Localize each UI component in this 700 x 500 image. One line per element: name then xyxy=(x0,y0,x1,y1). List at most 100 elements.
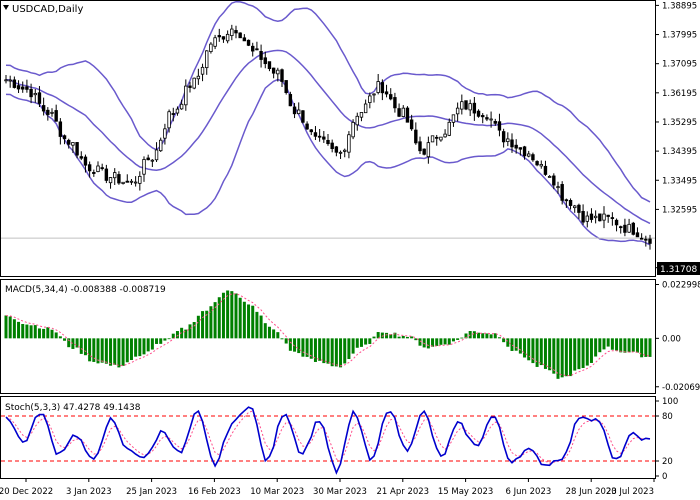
macd-histogram-bar xyxy=(255,311,259,339)
stoch-tick-label: 20 xyxy=(662,457,673,467)
candle-body xyxy=(67,139,71,145)
macd-histogram-bar xyxy=(359,338,363,347)
macd-histogram-bar xyxy=(247,304,251,339)
candle-body xyxy=(171,113,175,115)
candle-body xyxy=(384,91,389,95)
macd-histogram-bar xyxy=(313,338,317,362)
macd-histogram-bar xyxy=(552,338,556,374)
candle-body xyxy=(179,103,184,110)
macd-histogram-bar xyxy=(259,315,263,339)
candle-body xyxy=(71,142,75,146)
macd-histogram-bar xyxy=(410,336,414,339)
macd-histogram-bar xyxy=(301,338,305,357)
macd-histogram-bar xyxy=(150,338,154,350)
candle-body xyxy=(380,82,385,94)
macd-histogram-bar xyxy=(598,338,602,353)
macd-histogram-bar xyxy=(318,338,322,361)
macd-histogram-bar xyxy=(368,338,372,344)
candle-body xyxy=(401,107,405,117)
price-tick-label: 1.34395 xyxy=(662,147,697,157)
macd-histogram-bar xyxy=(640,338,644,358)
macd-histogram-bar xyxy=(627,338,631,353)
macd-histogram-bar xyxy=(184,329,188,339)
macd-histogram-bar xyxy=(585,338,589,366)
candle-body xyxy=(238,32,242,39)
date-tick-label: 25 Jan 2023 xyxy=(126,487,177,497)
macd-histogram-bar xyxy=(192,322,196,339)
macd-histogram-bar xyxy=(573,338,577,371)
candle-body xyxy=(246,39,251,46)
macd-histogram-bar xyxy=(343,338,347,364)
candle-body xyxy=(589,213,594,220)
candle-body xyxy=(305,123,309,130)
candle-body xyxy=(133,181,138,184)
candle-body xyxy=(113,172,117,179)
candle-body xyxy=(644,238,648,241)
macd-histogram-bar xyxy=(610,338,614,350)
macd-tick-label: 0.022998 xyxy=(662,281,700,291)
candle-body xyxy=(351,121,355,138)
macd-histogram-bar xyxy=(635,338,639,353)
candle-body xyxy=(514,144,518,149)
candle-body xyxy=(476,110,481,117)
macd-tick-label: 0.00 xyxy=(662,334,681,344)
current-price-label: 1.31708 xyxy=(660,265,697,275)
macd-histogram-bar xyxy=(602,338,606,350)
macd-histogram-bar xyxy=(8,316,12,339)
candle-body xyxy=(598,213,602,222)
date-tick-label: 20 Jul 2023 xyxy=(606,487,654,497)
macd-histogram-bar xyxy=(330,338,334,367)
macd-histogram-bar xyxy=(481,333,485,339)
price-tick-label: 1.38895 xyxy=(662,1,697,11)
candle-body xyxy=(573,205,577,209)
candle-body xyxy=(648,238,652,244)
candle-body xyxy=(242,37,247,42)
macd-histogram-bar xyxy=(443,338,447,345)
candle-body xyxy=(418,141,422,152)
macd-histogram-bar xyxy=(569,338,573,377)
candle-body xyxy=(535,161,539,166)
candle-body xyxy=(602,213,606,221)
candle-body xyxy=(96,165,100,173)
candle-body xyxy=(188,85,192,88)
macd-histogram-bar xyxy=(288,338,292,351)
candle-body xyxy=(159,139,163,152)
macd-histogram-bar xyxy=(539,338,543,366)
candle-body xyxy=(29,88,33,98)
candle-body xyxy=(443,133,447,138)
macd-histogram-bar xyxy=(631,338,635,352)
candle-body xyxy=(639,237,644,240)
candle-body xyxy=(405,107,410,123)
date-tick-label: 16 Feb 2023 xyxy=(188,487,241,497)
chart-window[interactable]: 1.38895 1.37995 1.37095 1.36195 1.35295 1.343… xyxy=(0,0,700,500)
candle-body xyxy=(439,136,443,141)
macd-histogram-bar xyxy=(451,338,455,342)
candle-body xyxy=(610,217,615,219)
candle-body xyxy=(92,171,96,174)
macd-histogram-bar xyxy=(472,331,476,339)
candle-body xyxy=(568,200,573,206)
price-tick-label: 1.36195 xyxy=(662,89,697,99)
candle-body xyxy=(414,129,418,144)
macd-histogram-bar xyxy=(163,338,167,341)
candle-body xyxy=(46,109,50,115)
macd-histogram-bar xyxy=(71,338,75,349)
candle-body xyxy=(184,85,188,106)
candle-body xyxy=(62,135,67,140)
candle-body xyxy=(167,111,171,129)
candle-body xyxy=(359,112,364,118)
candle-body xyxy=(355,115,359,126)
candle-body xyxy=(631,222,635,235)
macd-histogram-bar xyxy=(234,293,238,339)
candle-body xyxy=(271,67,276,74)
macd-histogram-bar xyxy=(238,297,242,339)
candle-body xyxy=(435,136,439,139)
candle-body xyxy=(16,85,21,90)
macd-histogram-bar xyxy=(267,326,271,339)
macd-histogram-bar xyxy=(88,338,92,362)
candle-body xyxy=(200,66,205,75)
macd-histogram-bar xyxy=(326,338,330,364)
candle-body xyxy=(338,151,343,154)
candle-body xyxy=(83,156,88,166)
candle-body xyxy=(422,148,426,155)
